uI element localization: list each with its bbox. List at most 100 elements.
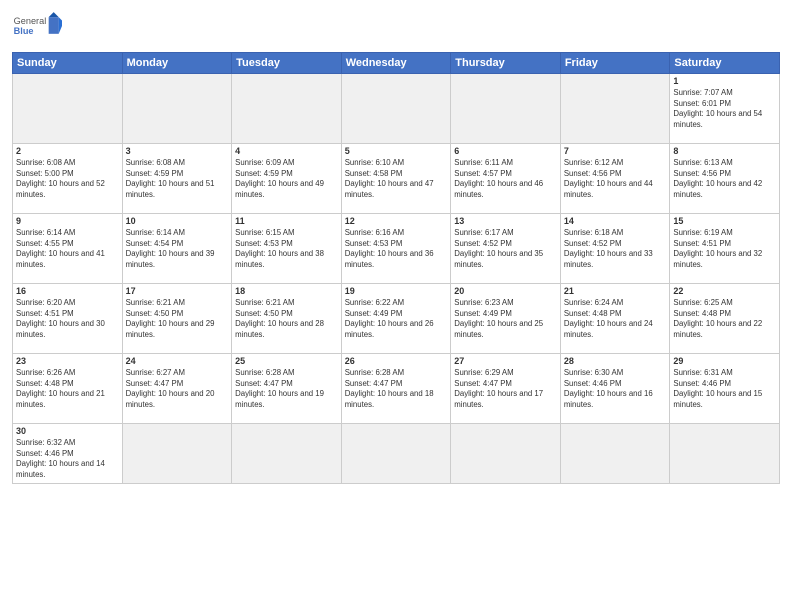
header: General Blue bbox=[12, 10, 780, 46]
svg-text:Blue: Blue bbox=[14, 26, 34, 36]
calendar-cell: 22 Sunrise: 6:25 AMSunset: 4:48 PMDayligh… bbox=[670, 284, 780, 354]
day-number: 24 bbox=[126, 356, 229, 366]
day-number: 8 bbox=[673, 146, 776, 156]
day-number: 2 bbox=[16, 146, 119, 156]
calendar-cell: 30Sunrise: 6:32 AMSunset: 4:46 PMDayligh… bbox=[13, 424, 123, 484]
day-number: 11 bbox=[235, 216, 338, 226]
day-info: Sunrise: 6:31 AMSunset: 4:46 PMDaylight:… bbox=[673, 368, 776, 410]
calendar-cell bbox=[13, 74, 123, 144]
day-info: Sunrise: 6:15 AMSunset: 4:53 PMDaylight:… bbox=[235, 228, 338, 270]
day-info: Sunrise: 6:27 AMSunset: 4:47 PMDaylight:… bbox=[126, 368, 229, 410]
day-info: Sunrise: 6:16 AMSunset: 4:53 PMDaylight:… bbox=[345, 228, 448, 270]
day-number: 30 bbox=[16, 426, 119, 436]
day-info: Sunrise: 6:25 AMSunset: 4:48 PMDaylight:… bbox=[673, 298, 776, 340]
day-number: 22 bbox=[673, 286, 776, 296]
calendar-cell: 8 Sunrise: 6:13 AMSunset: 4:56 PMDaylight… bbox=[670, 144, 780, 214]
calendar-cell: 2Sunrise: 6:08 AMSunset: 5:00 PMDaylight… bbox=[13, 144, 123, 214]
day-info: Sunrise: 6:19 AMSunset: 4:51 PMDaylight:… bbox=[673, 228, 776, 270]
day-info: Sunrise: 6:10 AMSunset: 4:58 PMDaylight:… bbox=[345, 158, 448, 200]
day-number: 6 bbox=[454, 146, 557, 156]
day-info: Sunrise: 6:26 AMSunset: 4:48 PMDaylight:… bbox=[16, 368, 119, 410]
calendar-cell bbox=[670, 424, 780, 484]
calendar-cell: 15 Sunrise: 6:19 AMSunset: 4:51 PMDayligh… bbox=[670, 214, 780, 284]
page: General Blue SundayMondayTuesdayWednesda… bbox=[0, 0, 792, 612]
day-number: 20 bbox=[454, 286, 557, 296]
day-number: 10 bbox=[126, 216, 229, 226]
day-info: Sunrise: 6:23 AMSunset: 4:49 PMDaylight:… bbox=[454, 298, 557, 340]
calendar-cell: 10Sunrise: 6:14 AMSunset: 4:54 PMDayligh… bbox=[122, 214, 232, 284]
calendar-cell: 21Sunrise: 6:24 AMSunset: 4:48 PMDayligh… bbox=[560, 284, 670, 354]
calendar-cell: 23 Sunrise: 6:26 AMSunset: 4:48 PMDayligh… bbox=[13, 354, 123, 424]
day-number: 4 bbox=[235, 146, 338, 156]
calendar-cell: 1Sunrise: 7:07 AMSunset: 6:01 PMDaylight… bbox=[670, 74, 780, 144]
day-info: Sunrise: 6:12 AMSunset: 4:56 PMDaylight:… bbox=[564, 158, 667, 200]
calendar-week-5: 30Sunrise: 6:32 AMSunset: 4:46 PMDayligh… bbox=[13, 424, 780, 484]
day-info: Sunrise: 6:20 AMSunset: 4:51 PMDaylight:… bbox=[16, 298, 119, 340]
day-info: Sunrise: 6:14 AMSunset: 4:55 PMDaylight:… bbox=[16, 228, 119, 270]
day-number: 1 bbox=[673, 76, 776, 86]
calendar-week-1: 2Sunrise: 6:08 AMSunset: 5:00 PMDaylight… bbox=[13, 144, 780, 214]
day-header-thursday: Thursday bbox=[451, 53, 561, 74]
day-info: Sunrise: 6:11 AMSunset: 4:57 PMDaylight:… bbox=[454, 158, 557, 200]
calendar-cell bbox=[560, 74, 670, 144]
calendar-cell: 7 Sunrise: 6:12 AMSunset: 4:56 PMDaylight… bbox=[560, 144, 670, 214]
logo: General Blue bbox=[12, 10, 62, 46]
calendar-cell: 12Sunrise: 6:16 AMSunset: 4:53 PMDayligh… bbox=[341, 214, 451, 284]
calendar-cell: 6 Sunrise: 6:11 AMSunset: 4:57 PMDaylight… bbox=[451, 144, 561, 214]
calendar-cell: 29 Sunrise: 6:31 AMSunset: 4:46 PMDayligh… bbox=[670, 354, 780, 424]
calendar-cell: 24 Sunrise: 6:27 AMSunset: 4:47 PMDayligh… bbox=[122, 354, 232, 424]
day-number: 15 bbox=[673, 216, 776, 226]
calendar-week-2: 9 Sunrise: 6:14 AMSunset: 4:55 PMDaylight… bbox=[13, 214, 780, 284]
calendar-week-0: 1Sunrise: 7:07 AMSunset: 6:01 PMDaylight… bbox=[13, 74, 780, 144]
calendar-cell bbox=[122, 74, 232, 144]
calendar-cell bbox=[451, 74, 561, 144]
day-number: 7 bbox=[564, 146, 667, 156]
day-info: Sunrise: 6:29 AMSunset: 4:47 PMDaylight:… bbox=[454, 368, 557, 410]
calendar-cell: 25Sunrise: 6:28 AMSunset: 4:47 PMDayligh… bbox=[232, 354, 342, 424]
calendar-cell: 9 Sunrise: 6:14 AMSunset: 4:55 PMDaylight… bbox=[13, 214, 123, 284]
day-number: 29 bbox=[673, 356, 776, 366]
day-info: Sunrise: 6:24 AMSunset: 4:48 PMDaylight:… bbox=[564, 298, 667, 340]
calendar-cell: 28Sunrise: 6:30 AMSunset: 4:46 PMDayligh… bbox=[560, 354, 670, 424]
calendar-cell bbox=[560, 424, 670, 484]
calendar-cell bbox=[451, 424, 561, 484]
day-number: 28 bbox=[564, 356, 667, 366]
day-header-saturday: Saturday bbox=[670, 53, 780, 74]
calendar-table: SundayMondayTuesdayWednesdayThursdayFrid… bbox=[12, 52, 780, 484]
calendar-cell: 26 Sunrise: 6:28 AMSunset: 4:47 PMDayligh… bbox=[341, 354, 451, 424]
day-number: 9 bbox=[16, 216, 119, 226]
calendar-cell: 14 Sunrise: 6:18 AMSunset: 4:52 PMDayligh… bbox=[560, 214, 670, 284]
calendar-cell bbox=[232, 424, 342, 484]
calendar-cell: 11 Sunrise: 6:15 AMSunset: 4:53 PMDayligh… bbox=[232, 214, 342, 284]
day-info: Sunrise: 6:09 AMSunset: 4:59 PMDaylight:… bbox=[235, 158, 338, 200]
calendar-cell: 18 Sunrise: 6:21 AMSunset: 4:50 PMDayligh… bbox=[232, 284, 342, 354]
calendar-cell: 20 Sunrise: 6:23 AMSunset: 4:49 PMDayligh… bbox=[451, 284, 561, 354]
calendar-cell: 19Sunrise: 6:22 AMSunset: 4:49 PMDayligh… bbox=[341, 284, 451, 354]
calendar-cell: 13Sunrise: 6:17 AMSunset: 4:52 PMDayligh… bbox=[451, 214, 561, 284]
day-info: Sunrise: 6:28 AMSunset: 4:47 PMDaylight:… bbox=[345, 368, 448, 410]
day-header-sunday: Sunday bbox=[13, 53, 123, 74]
calendar-cell: 17Sunrise: 6:21 AMSunset: 4:50 PMDayligh… bbox=[122, 284, 232, 354]
day-number: 27 bbox=[454, 356, 557, 366]
day-number: 17 bbox=[126, 286, 229, 296]
day-number: 14 bbox=[564, 216, 667, 226]
day-number: 26 bbox=[345, 356, 448, 366]
calendar-header-row: SundayMondayTuesdayWednesdayThursdayFrid… bbox=[13, 53, 780, 74]
calendar-cell: 4 Sunrise: 6:09 AMSunset: 4:59 PMDaylight… bbox=[232, 144, 342, 214]
day-number: 23 bbox=[16, 356, 119, 366]
day-number: 16 bbox=[16, 286, 119, 296]
day-number: 18 bbox=[235, 286, 338, 296]
day-info: Sunrise: 6:21 AMSunset: 4:50 PMDaylight:… bbox=[235, 298, 338, 340]
calendar-cell: 16 Sunrise: 6:20 AMSunset: 4:51 PMDayligh… bbox=[13, 284, 123, 354]
day-number: 3 bbox=[126, 146, 229, 156]
calendar-cell bbox=[122, 424, 232, 484]
day-number: 25 bbox=[235, 356, 338, 366]
day-header-wednesday: Wednesday bbox=[341, 53, 451, 74]
svg-text:General: General bbox=[14, 16, 47, 26]
day-info: Sunrise: 6:13 AMSunset: 4:56 PMDaylight:… bbox=[673, 158, 776, 200]
day-info: Sunrise: 6:18 AMSunset: 4:52 PMDaylight:… bbox=[564, 228, 667, 270]
calendar-cell bbox=[232, 74, 342, 144]
day-info: Sunrise: 6:22 AMSunset: 4:49 PMDaylight:… bbox=[345, 298, 448, 340]
calendar-cell bbox=[341, 424, 451, 484]
day-number: 5 bbox=[345, 146, 448, 156]
